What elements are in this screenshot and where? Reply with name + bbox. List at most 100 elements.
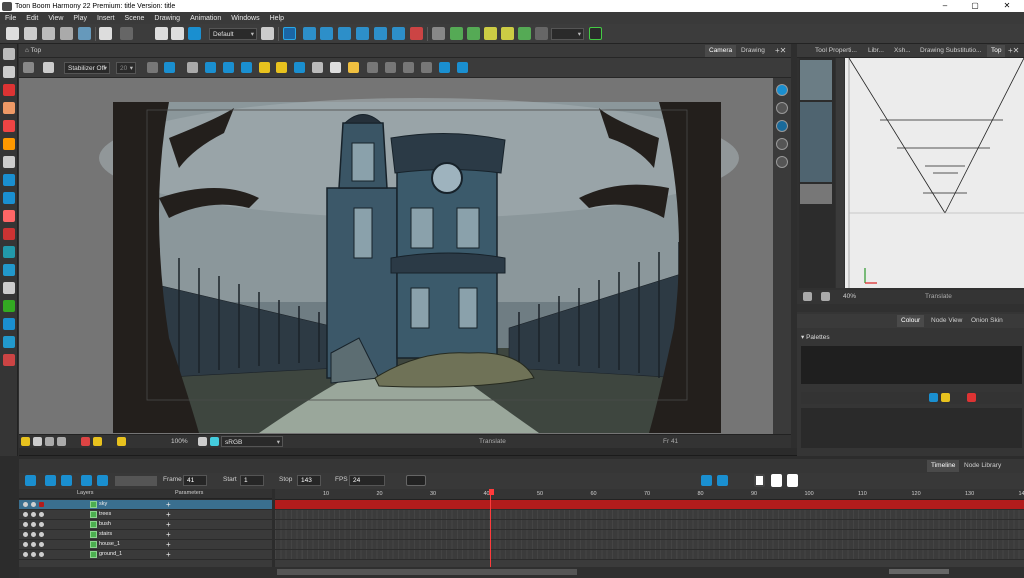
- tab-library[interactable]: Libr...: [864, 45, 888, 57]
- cutter-tool-icon[interactable]: [3, 264, 15, 276]
- layer-name[interactable]: house_1: [99, 541, 120, 547]
- import-icon[interactable]: [78, 27, 91, 40]
- tween-select[interactable]: [406, 475, 426, 486]
- zoom-tool-icon[interactable]: [3, 318, 15, 330]
- brush-tool-icon[interactable]: [3, 84, 15, 96]
- rectangle-tool-icon[interactable]: [3, 174, 15, 186]
- add-parameter-icon[interactable]: +: [166, 540, 171, 549]
- frame-row[interactable]: [275, 540, 1024, 550]
- tab-drawing[interactable]: Drawing: [737, 45, 769, 57]
- light-icon[interactable]: [21, 437, 30, 446]
- solo-toggle-icon[interactable]: [39, 512, 44, 517]
- playhead-handle[interactable]: [489, 489, 494, 495]
- camera-icon[interactable]: [33, 437, 42, 446]
- add-color-icon[interactable]: [929, 393, 938, 402]
- bolt-icon[interactable]: [117, 437, 126, 446]
- distribute-icon[interactable]: [457, 62, 468, 73]
- morph-tool-icon[interactable]: [374, 27, 387, 40]
- lock-small-icon[interactable]: [93, 437, 102, 446]
- view-mode-icon[interactable]: [776, 84, 788, 96]
- eye-toggle-icon[interactable]: [23, 532, 28, 537]
- stabilizer-value[interactable]: 20: [116, 62, 136, 74]
- frame-ruler[interactable]: 102030405060708090100110120130140: [275, 489, 1024, 500]
- stop-icon[interactable]: [771, 474, 782, 487]
- field-guide-icon[interactable]: [223, 62, 234, 73]
- menu-icon[interactable]: [23, 62, 34, 73]
- flip-h-icon[interactable]: [367, 62, 378, 73]
- add-parameter-icon[interactable]: +: [166, 550, 171, 559]
- lock-toggle-icon[interactable]: [31, 512, 36, 517]
- top-view[interactable]: [845, 57, 1024, 288]
- eye-toggle-icon[interactable]: [23, 542, 28, 547]
- select-tool-icon[interactable]: [3, 48, 15, 60]
- add-parameter-icon[interactable]: +: [166, 500, 171, 509]
- menu-drawing[interactable]: Drawing: [149, 15, 185, 22]
- playback-speed-slider[interactable]: [115, 476, 157, 486]
- eye-toggle-icon[interactable]: [23, 552, 28, 557]
- lock-toggle-icon[interactable]: [31, 542, 36, 547]
- lock-toggle-icon[interactable]: [31, 502, 36, 507]
- thumbnail-1[interactable]: [800, 60, 832, 100]
- tab-xsheet[interactable]: Xsh...: [890, 45, 915, 57]
- contour-tool-icon[interactable]: [3, 66, 15, 78]
- safe-area-icon[interactable]: [205, 62, 216, 73]
- rotate-icon[interactable]: [403, 62, 414, 73]
- frame-field[interactable]: 41: [183, 475, 207, 486]
- frame-row[interactable]: [275, 530, 1024, 540]
- node-tool-icon[interactable]: [450, 27, 463, 40]
- keyframe-icon[interactable]: [754, 474, 765, 487]
- palette-list[interactable]: [801, 346, 1022, 384]
- layer-name[interactable]: stairs: [99, 531, 112, 537]
- paste-icon[interactable]: [188, 27, 201, 40]
- add-parameter-icon[interactable]: +: [166, 510, 171, 519]
- bitmap-icon[interactable]: [330, 62, 341, 73]
- bone-tool-icon[interactable]: [392, 27, 405, 40]
- frame-grid[interactable]: [275, 500, 1024, 567]
- scale-tool-icon[interactable]: [320, 27, 333, 40]
- layer-name[interactable]: ground_1: [99, 551, 122, 557]
- play-icon[interactable]: [25, 475, 36, 486]
- light-table-icon[interactable]: [276, 62, 287, 73]
- menu-play[interactable]: Play: [68, 15, 92, 22]
- tab-top[interactable]: Top: [987, 45, 1006, 57]
- fps-field[interactable]: 24: [349, 475, 385, 486]
- close-button[interactable]: ✕: [992, 0, 1022, 12]
- delete-color-icon[interactable]: [967, 393, 976, 402]
- color-icon[interactable]: [81, 437, 90, 446]
- layer-name[interactable]: trees: [99, 511, 111, 517]
- stack-icon[interactable]: [776, 138, 788, 150]
- minimize-button[interactable]: –: [930, 0, 960, 12]
- menu-animation[interactable]: Animation: [185, 15, 226, 22]
- gear-icon[interactable]: [147, 62, 158, 73]
- sun-icon[interactable]: [210, 437, 219, 446]
- lock-icon[interactable]: [259, 62, 270, 73]
- menu-view[interactable]: View: [43, 15, 68, 22]
- stop-field[interactable]: 143: [297, 475, 321, 486]
- stabilizer-select[interactable]: Stabilizer Off: [64, 62, 110, 74]
- ik-tool-icon[interactable]: [410, 27, 423, 40]
- pivot-tool-icon[interactable]: [3, 246, 15, 258]
- deformer-icon[interactable]: [484, 27, 497, 40]
- eye-toggle-icon[interactable]: [23, 502, 28, 507]
- menu-file[interactable]: File: [0, 15, 21, 22]
- eye-toggle-icon[interactable]: [23, 512, 28, 517]
- swatch-area[interactable]: [801, 408, 1022, 448]
- solo-toggle-icon[interactable]: [39, 552, 44, 557]
- frame-row[interactable]: [275, 510, 1024, 520]
- thumbnail-2[interactable]: [800, 102, 832, 182]
- menu-windows[interactable]: Windows: [226, 15, 264, 22]
- peg-tool-icon[interactable]: [467, 27, 480, 40]
- tab-node-library[interactable]: Node Library: [960, 460, 1005, 472]
- text-tool-icon[interactable]: [3, 156, 15, 168]
- paint-tool-icon[interactable]: [3, 120, 15, 132]
- ease-icon[interactable]: [717, 475, 728, 486]
- pivot-tool-icon[interactable]: [432, 27, 445, 40]
- layer-icon[interactable]: [776, 102, 788, 114]
- menu-help[interactable]: Help: [265, 15, 289, 22]
- paint-bucket-icon[interactable]: [3, 210, 15, 222]
- maximize-button[interactable]: ▢: [960, 0, 990, 12]
- save-as-icon[interactable]: [60, 27, 73, 40]
- solo-toggle-icon[interactable]: [39, 532, 44, 537]
- morph-tool-icon[interactable]: [3, 300, 15, 312]
- undo-icon[interactable]: [99, 27, 112, 40]
